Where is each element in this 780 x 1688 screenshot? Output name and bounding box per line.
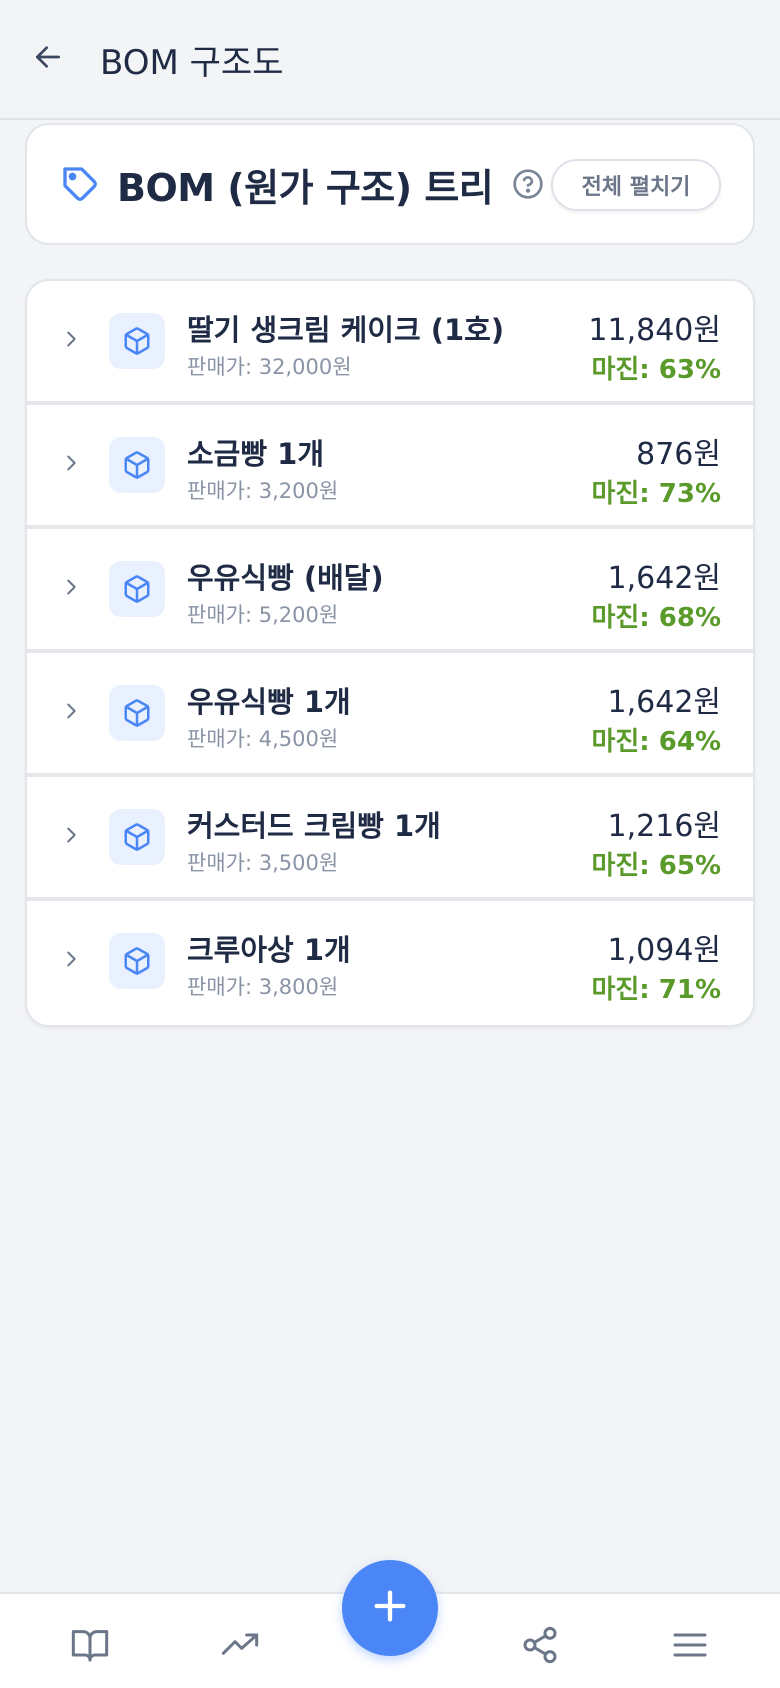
product-cost: 11,840원	[588, 313, 721, 348]
chevron-right-icon[interactable]	[57, 945, 85, 973]
expand-all-button[interactable]: 전체 펼치기	[551, 159, 721, 211]
product-cost: 1,642원	[607, 561, 721, 596]
product-cost: 876원	[636, 437, 721, 472]
product-row[interactable]: 소금빵 1개 판매가: 3,200원 876원 마진: 73%	[27, 405, 753, 529]
product-cost: 1,216원	[607, 809, 721, 844]
chevron-right-icon[interactable]	[57, 325, 85, 353]
book-icon	[70, 1625, 110, 1669]
nav-book-button[interactable]	[65, 1622, 115, 1672]
product-sale-price: 판매가: 32,000원	[187, 355, 352, 379]
product-row[interactable]: 커스터드 크림빵 1개 판매가: 3,500원 1,216원 마진: 65%	[27, 777, 753, 901]
package-icon	[109, 437, 165, 493]
page: BOM 구조도 BOM (원가 구조) 트리 전체 펼치기 딸기 생크림 케이크…	[0, 0, 780, 1688]
tag-icon	[57, 161, 103, 207]
menu-icon	[670, 1625, 710, 1669]
product-margin: 마진: 71%	[591, 975, 721, 1005]
product-margin: 마진: 65%	[591, 851, 721, 881]
product-name: 딸기 생크림 케이크 (1호)	[187, 313, 505, 347]
product-margin: 마진: 63%	[591, 355, 721, 385]
plus-icon	[370, 1586, 410, 1630]
product-sale-price: 판매가: 3,200원	[187, 479, 339, 503]
nav-share-button[interactable]	[515, 1622, 565, 1672]
chevron-right-icon[interactable]	[57, 821, 85, 849]
product-name: 커스터드 크림빵 1개	[187, 809, 441, 843]
back-button[interactable]	[18, 29, 78, 89]
product-margin: 마진: 73%	[591, 479, 721, 509]
add-button[interactable]	[342, 1560, 438, 1656]
product-margin: 마진: 64%	[591, 727, 721, 757]
chevron-right-icon[interactable]	[57, 697, 85, 725]
page-title: BOM 구조도	[100, 42, 284, 83]
product-row[interactable]: 딸기 생크림 케이크 (1호) 판매가: 32,000원 11,840원 마진:…	[27, 281, 753, 405]
package-icon	[109, 933, 165, 989]
arrow-left-icon	[32, 41, 64, 77]
nav-trends-button[interactable]	[215, 1622, 265, 1672]
bom-tree-title: BOM (원가 구조) 트리	[117, 165, 494, 210]
share-icon	[520, 1625, 560, 1669]
product-name: 우유식빵 (배달)	[187, 561, 384, 595]
package-icon	[109, 313, 165, 369]
product-name: 우유식빵 1개	[187, 685, 351, 719]
nav-menu-button[interactable]	[665, 1622, 715, 1672]
product-sale-price: 판매가: 5,200원	[187, 603, 339, 627]
product-sale-price: 판매가: 4,500원	[187, 727, 339, 751]
package-icon	[109, 561, 165, 617]
product-sale-price: 판매가: 3,500원	[187, 851, 339, 875]
product-cost: 1,642원	[607, 685, 721, 720]
product-list: 딸기 생크림 케이크 (1호) 판매가: 32,000원 11,840원 마진:…	[25, 279, 755, 1027]
product-margin: 마진: 68%	[591, 603, 721, 633]
product-name: 크루아상 1개	[187, 933, 351, 967]
product-row[interactable]: 크루아상 1개 판매가: 3,800원 1,094원 마진: 71%	[27, 901, 753, 1025]
bom-tree-header-card: BOM (원가 구조) 트리 전체 펼치기	[25, 123, 755, 245]
product-cost: 1,094원	[607, 933, 721, 968]
package-icon	[109, 809, 165, 865]
chevron-right-icon[interactable]	[57, 449, 85, 477]
product-row[interactable]: 우유식빵 1개 판매가: 4,500원 1,642원 마진: 64%	[27, 653, 753, 777]
trending-up-icon	[220, 1625, 260, 1669]
product-name: 소금빵 1개	[187, 437, 324, 471]
chevron-right-icon[interactable]	[57, 573, 85, 601]
package-icon	[109, 685, 165, 741]
product-row[interactable]: 우유식빵 (배달) 판매가: 5,200원 1,642원 마진: 68%	[27, 529, 753, 653]
app-header: BOM 구조도	[0, 0, 780, 120]
product-sale-price: 판매가: 3,800원	[187, 975, 339, 999]
help-circle-icon[interactable]	[511, 167, 545, 201]
